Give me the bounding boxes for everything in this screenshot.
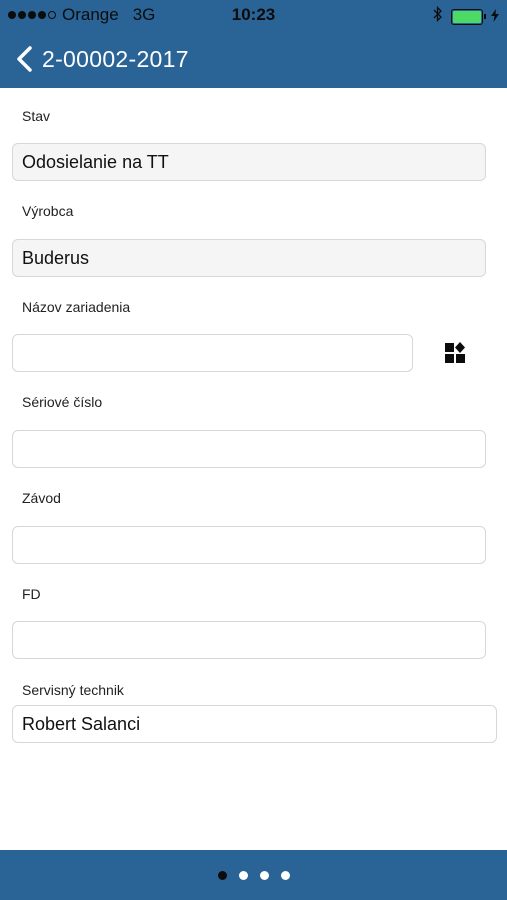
- vyrobca-label: Výrobca: [22, 203, 74, 219]
- charging-bolt-icon: [491, 8, 499, 25]
- navigation-bar: 2-00002-2017: [0, 30, 507, 88]
- page-indicator-dot[interactable]: [280, 870, 290, 880]
- seriove-cislo-label: Sériové číslo: [22, 394, 103, 410]
- servisny-technik-label: Servisný technik: [22, 682, 124, 698]
- nazov-zariadenia-field[interactable]: [12, 334, 413, 372]
- page-indicator-dot[interactable]: [238, 870, 248, 880]
- bluetooth-icon: [433, 5, 443, 27]
- back-button[interactable]: [12, 44, 36, 74]
- status-bar-right: [433, 5, 499, 27]
- servisny-technik-field[interactable]: Robert Salanci: [12, 705, 497, 743]
- vyrobca-field[interactable]: Buderus: [12, 239, 486, 277]
- status-bar: Orange 3G 10:23: [0, 0, 507, 30]
- page-title: 2-00002-2017: [42, 45, 189, 72]
- page-indicator-dot[interactable]: [259, 870, 269, 880]
- zavod-field[interactable]: [12, 526, 486, 564]
- status-time: 10:23: [231, 5, 276, 24]
- seriove-cislo-field[interactable]: [12, 430, 486, 468]
- zavod-label: Závod: [22, 490, 61, 506]
- nazov-zariadenia-label: Názov zariadenia: [22, 299, 131, 315]
- detail-form: Stav Odosielanie na TT Výrobca Buderus N…: [0, 88, 507, 850]
- stav-label: Stav: [22, 108, 51, 124]
- fd-field[interactable]: [12, 621, 486, 659]
- bottom-pager-bar: [0, 850, 507, 900]
- stav-field[interactable]: Odosielanie na TT: [12, 143, 486, 181]
- battery-icon: [451, 8, 486, 25]
- page-indicator-dot[interactable]: [217, 870, 227, 880]
- grid-shapes-icon[interactable]: [444, 342, 466, 364]
- fd-label: FD: [22, 586, 41, 602]
- chevron-left-icon: [17, 46, 32, 72]
